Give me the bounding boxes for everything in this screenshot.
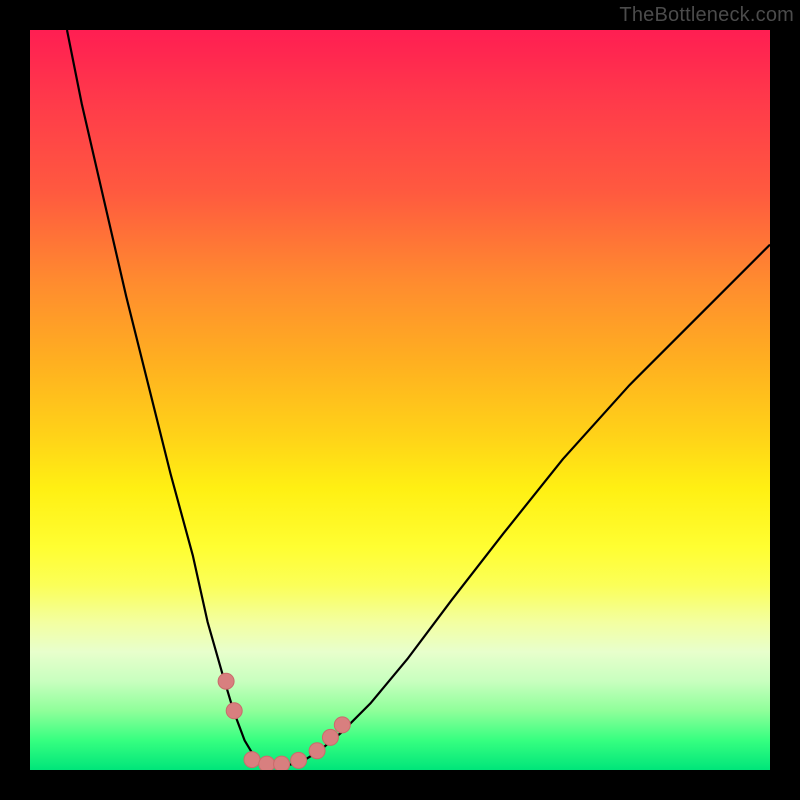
curve-marker (226, 703, 242, 719)
curve-marker (274, 756, 290, 770)
plot-area (30, 30, 770, 770)
curve-path (67, 30, 770, 766)
curve-marker (244, 752, 260, 768)
curve-marker (322, 729, 338, 745)
curve-marker (334, 717, 350, 733)
curve-markers (218, 673, 350, 770)
chart-frame: TheBottleneck.com (0, 0, 800, 800)
bottleneck-curve (30, 30, 770, 770)
curve-marker (291, 752, 307, 768)
curve-marker (218, 673, 234, 689)
curve-marker (309, 743, 325, 759)
curve-marker (259, 756, 275, 770)
watermark-text: TheBottleneck.com (619, 4, 794, 27)
